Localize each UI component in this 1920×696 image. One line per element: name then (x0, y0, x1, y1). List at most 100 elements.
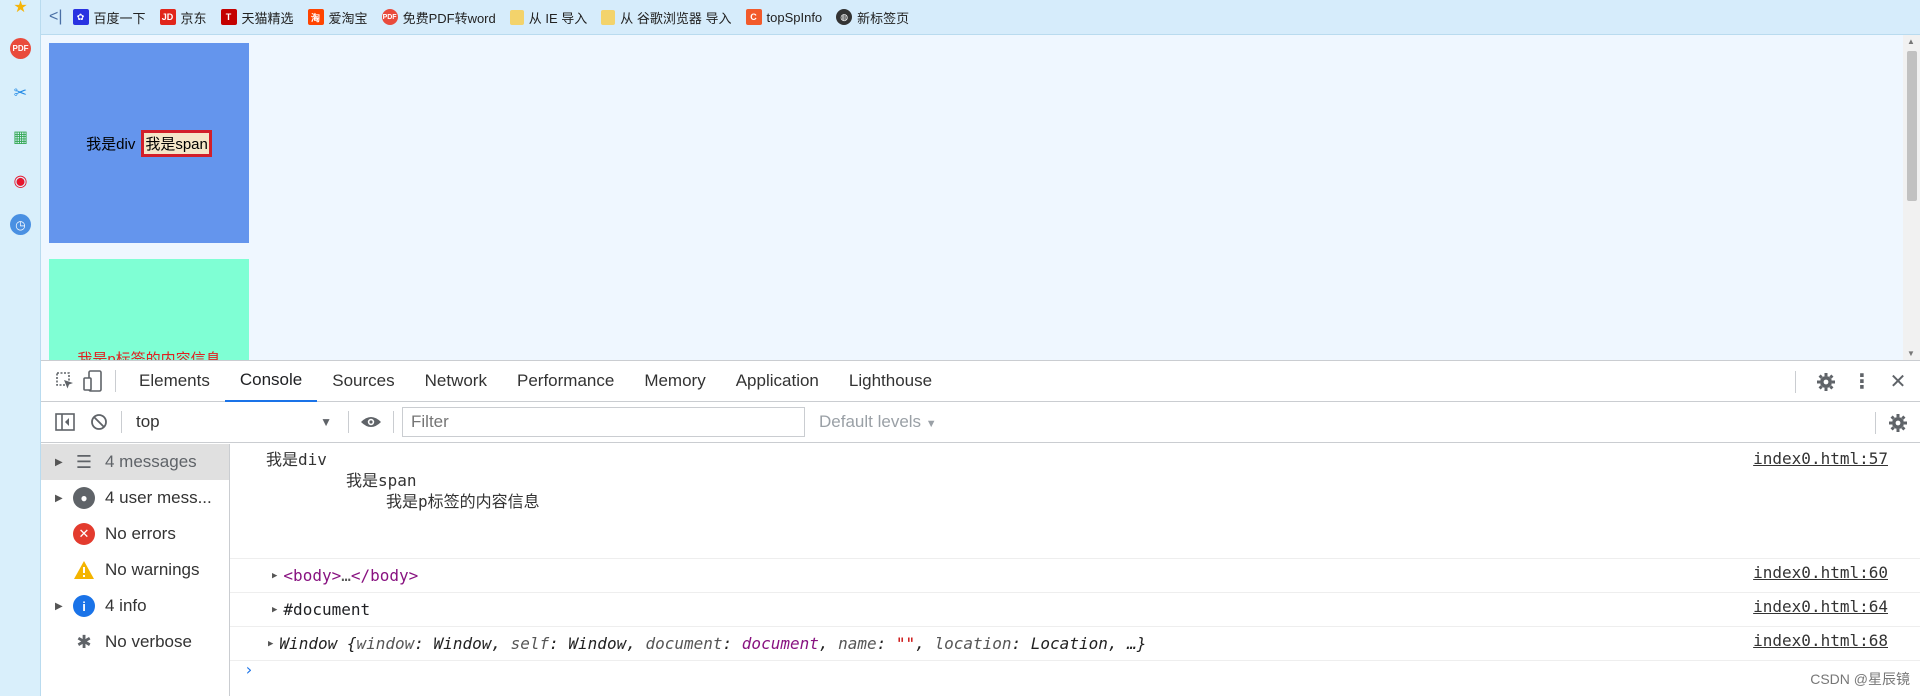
expand-triangle-icon[interactable]: ▶ (272, 571, 277, 581)
bookmark-jd[interactable]: JD 京东 (159, 8, 207, 27)
more-options-kebab-icon[interactable]: ⋮ (1848, 368, 1876, 396)
pdf-tool-icon[interactable]: PDF (10, 38, 31, 59)
tab-memory[interactable]: Memory (629, 361, 720, 402)
bookmark-tmall[interactable]: T 天猫精选 (220, 8, 294, 27)
window-part: : Window, (414, 634, 511, 653)
context-selector[interactable]: top ▼ (130, 407, 340, 437)
span-highlighted: 我是span (141, 129, 212, 157)
scrollbar-thumb[interactable] (1907, 51, 1917, 201)
log-source-link[interactable]: index0.html:64 (1753, 597, 1888, 616)
bookmark-label: 百度一下 (93, 10, 146, 26)
window-key: self (510, 634, 550, 653)
info-icon: i (73, 595, 95, 617)
bookmark-label: topSpInfo (766, 9, 823, 25)
tab-sources[interactable]: Sources (317, 361, 409, 402)
inspect-element-icon[interactable] (51, 367, 79, 395)
expand-triangle-icon[interactable]: ▶ (55, 457, 67, 468)
window-value-document: document (741, 634, 819, 653)
weibo-icon[interactable]: ◉ (10, 170, 31, 191)
window-key: name (838, 634, 877, 653)
bookmark-label: 新标签页 (857, 10, 910, 26)
tab-elements[interactable]: Elements (124, 361, 225, 402)
window-key: document (645, 634, 723, 653)
default-levels-dropdown[interactable]: Default levels ▼ (819, 412, 937, 432)
bookmark-label: 天猫精选 (241, 10, 294, 26)
tab-network[interactable]: Network (410, 361, 502, 402)
log-entry-group: 我是div 我是span 我是p标签的内容信息 index0.html:57 (230, 444, 1920, 559)
context-selector-value: top (136, 412, 160, 431)
topspinfo-icon: C (745, 9, 762, 25)
sidebar-item-label: No warnings (105, 560, 200, 579)
expand-triangle-icon[interactable]: ▶ (272, 605, 277, 615)
star-favorites-icon[interactable]: ★ (10, 0, 31, 17)
console-prompt-chevron-icon[interactable]: › (244, 660, 254, 679)
device-toolbar-icon[interactable] (79, 367, 107, 395)
bug-icon: ✱ (76, 631, 92, 652)
dropdown-triangle-icon: ▼ (320, 415, 332, 429)
sidebar-item-warnings[interactable]: No warnings (41, 552, 229, 588)
bookmark-folder-ie[interactable]: 从 IE 导入 (509, 8, 587, 27)
expand-triangle-icon[interactable]: ▶ (55, 601, 67, 612)
log-source-link[interactable]: index0.html:57 (1753, 448, 1888, 469)
divider (393, 411, 394, 433)
clock-history-icon[interactable]: ◷ (10, 214, 31, 235)
bookmark-label: 爱淘宝 (328, 10, 368, 26)
body-close-tag: </body> (350, 566, 419, 585)
warning-icon (73, 559, 95, 581)
window-part: : (722, 634, 742, 653)
tab-console[interactable]: Console (224, 361, 318, 402)
tmall-icon: T (220, 9, 237, 25)
window-key: location (934, 634, 1012, 653)
divider (1875, 411, 1876, 434)
window-part: , (818, 634, 839, 653)
sidebar-item-label: No verbose (105, 632, 192, 651)
devtools-panel: Elements Console Sources Network Perform… (41, 360, 1920, 696)
log-source-link[interactable]: index0.html:68 (1753, 631, 1888, 650)
close-devtools-icon[interactable]: ✕ (1884, 368, 1912, 396)
apps-grid-icon[interactable]: ▦ (10, 126, 31, 147)
window-part: : Window, (549, 634, 646, 653)
console-toolbar: top ▼ Default levels ▼ (41, 402, 1920, 443)
scissors-icon[interactable]: ✂ (10, 82, 31, 103)
live-expression-eye-icon[interactable] (357, 408, 385, 436)
sidebar-item-user-messages[interactable]: ▶ ● 4 user mess... (41, 480, 229, 516)
log-source-link[interactable]: index0.html:60 (1753, 563, 1888, 582)
list-icon: ☰ (75, 451, 93, 472)
scroll-up-arrow-icon[interactable]: ▲ (1907, 37, 1915, 46)
document-node: #document (283, 600, 371, 619)
tab-application[interactable]: Application (721, 361, 834, 402)
log-entry-body[interactable]: ▶ <body> … </body> index0.html:60 (230, 559, 1920, 593)
console-messages: 我是div 我是span 我是p标签的内容信息 index0.html:57 ▶… (230, 444, 1920, 696)
bookmark-new-tab[interactable]: ◍ 新标签页 (836, 8, 909, 27)
sidebar-item-messages[interactable]: ▶ ☰ 4 messages (41, 444, 229, 480)
log-entry-window[interactable]: ▶ Window {window: Window, self: Window, … (230, 627, 1920, 661)
globe-icon: ◍ (836, 9, 853, 25)
bookmark-pdf-to-word[interactable]: PDF 免费PDF转word (381, 8, 496, 27)
scroll-down-arrow-icon[interactable]: ▼ (1907, 349, 1915, 358)
tab-performance[interactable]: Performance (502, 361, 629, 402)
page-scrollbar[interactable]: ▲ ▼ (1903, 35, 1920, 360)
tab-lighthouse[interactable]: Lighthouse (834, 361, 947, 402)
bookmark-topspinfo[interactable]: C topSpInfo (745, 9, 823, 25)
folder-icon (509, 9, 524, 25)
sidebar-item-verbose[interactable]: ✱ No verbose (41, 624, 229, 660)
filter-input[interactable] (402, 407, 805, 437)
log-line-span: 我是span (346, 471, 417, 490)
body-ellipsis: … (341, 566, 351, 585)
sidebar-item-label: 4 info (105, 596, 147, 615)
log-entry-document[interactable]: ▶ #document index0.html:64 (230, 593, 1920, 627)
settings-gear-icon[interactable] (1812, 368, 1840, 396)
bookmark-label: 免费PDF转word (402, 10, 496, 26)
expand-triangle-icon[interactable]: ▶ (55, 493, 67, 504)
sidebar-item-errors[interactable]: ✕ No errors (41, 516, 229, 552)
bookmark-folder-chrome[interactable]: 从 谷歌浏览器 导入 (601, 8, 732, 27)
show-console-sidebar-icon[interactable] (51, 408, 79, 436)
clear-console-icon[interactable] (85, 408, 113, 436)
collapse-sidebar-icon[interactable]: <| (49, 8, 63, 26)
expand-triangle-icon[interactable]: ▶ (268, 639, 273, 649)
console-settings-gear-icon[interactable] (1884, 409, 1912, 437)
error-icon: ✕ (73, 523, 95, 545)
bookmark-taobao[interactable]: 淘 爱淘宝 (307, 8, 368, 27)
bookmark-baidu[interactable]: ✿ 百度一下 (72, 8, 146, 27)
sidebar-item-info[interactable]: ▶ i 4 info (41, 588, 229, 624)
